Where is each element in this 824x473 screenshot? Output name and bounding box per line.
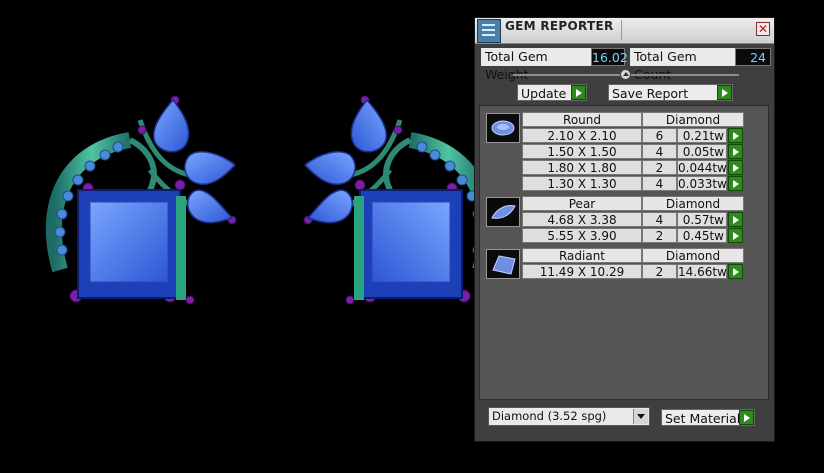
panel-slider-knob[interactable]: [620, 69, 631, 80]
update-label: Update: [521, 86, 567, 101]
group-material-header: Diamond: [642, 112, 744, 127]
total-gem-weight-value: 16.02: [591, 48, 628, 66]
gem-count: 2: [642, 228, 677, 243]
select-row-button[interactable]: [728, 264, 743, 279]
gem-weight: 0.05tw: [677, 144, 727, 159]
round-gem-icon[interactable]: [486, 113, 520, 143]
earrings-render: [0, 0, 474, 469]
set-material-label: Set Material: [665, 411, 741, 426]
gem-size: 11.49 X 10.29: [522, 264, 642, 279]
panel-title: GEM REPORTER: [505, 19, 614, 33]
update-play-icon: [571, 85, 586, 100]
select-row-button[interactable]: [728, 212, 743, 227]
select-row-button[interactable]: [728, 228, 743, 243]
gem-count: 2: [642, 264, 677, 279]
gem-count: 6: [642, 128, 677, 143]
gem-size: 4.68 X 3.38: [522, 212, 642, 227]
group-shape-header: Radiant: [522, 248, 642, 263]
gem-size: 2.10 X 2.10: [522, 128, 642, 143]
close-button[interactable]: ✕: [756, 22, 770, 36]
select-row-button[interactable]: [728, 128, 743, 143]
gem-size: 1.50 X 1.50: [522, 144, 642, 159]
chevron-down-icon[interactable]: [633, 409, 648, 424]
group-shape-header: Round: [522, 112, 642, 127]
set-material-play-icon: [739, 410, 754, 425]
gem-list[interactable]: Round Diamond 2.10 X 2.10 6 0.21tw 1.50 …: [479, 105, 769, 400]
gem-weight: 0.21tw: [677, 128, 727, 143]
gem-weight: 0.57tw: [677, 212, 727, 227]
select-row-button[interactable]: [728, 160, 743, 175]
save-report-button[interactable]: Save Report: [608, 84, 733, 101]
gem-size: 5.55 X 3.90: [522, 228, 642, 243]
gem-size: 1.30 X 1.30: [522, 176, 642, 191]
total-gem-weight-label: Total Gem Weight: [481, 48, 591, 82]
select-row-button[interactable]: [728, 144, 743, 159]
save-report-play-icon: [717, 85, 732, 100]
radiant-gem-icon[interactable]: [486, 249, 520, 279]
title-bar[interactable]: GEM REPORTER ✕: [475, 18, 774, 44]
total-gem-count-label: Total Gem Count: [630, 48, 735, 82]
gem-reporter-panel: GEM REPORTER ✕ Total Gem Weight 16.02 To…: [474, 17, 775, 442]
total-gem-count-value: 24: [735, 48, 771, 66]
group-material-header: Diamond: [642, 196, 744, 211]
gem-weight: 0.033tw: [677, 176, 727, 191]
gem-size: 1.80 X 1.80: [522, 160, 642, 175]
update-button[interactable]: Update: [517, 84, 587, 101]
material-select-value: Diamond (3.52 spg): [492, 409, 607, 423]
gem-count: 4: [642, 212, 677, 227]
set-material-button[interactable]: Set Material: [661, 409, 755, 426]
gem-weight: 14.66tw: [677, 264, 727, 279]
gem-report-app-icon: [477, 19, 501, 43]
title-divider: [621, 20, 622, 40]
close-icon: ✕: [757, 22, 769, 36]
group-shape-header: Pear: [522, 196, 642, 211]
save-report-label: Save Report: [612, 86, 689, 101]
pear-gem-icon[interactable]: [486, 197, 520, 227]
gem-weight: 0.044tw: [677, 160, 727, 175]
gem-count: 4: [642, 176, 677, 191]
group-material-header: Diamond: [642, 248, 744, 263]
select-row-button[interactable]: [728, 176, 743, 191]
material-select[interactable]: Diamond (3.52 spg): [488, 407, 650, 426]
3d-viewport[interactable]: [0, 0, 474, 469]
gem-count: 2: [642, 160, 677, 175]
gem-weight: 0.45tw: [677, 228, 727, 243]
gem-count: 4: [642, 144, 677, 159]
